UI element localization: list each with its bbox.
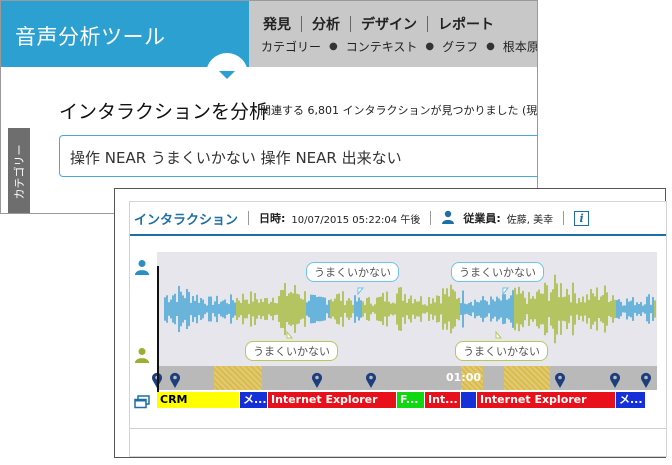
application-segment[interactable]: Int... [425,392,461,408]
timeline-time-label: 01:00 [446,371,482,384]
interaction-title: インタラクション [134,212,239,228]
analysis-window: 音声分析ツール 発見 分析 デザイン レポート カテゴリー ● コンテキスト ●… [0,0,538,214]
application-segment[interactable]: メ... [616,392,646,408]
page-title: インタラクションを分析 [59,101,269,123]
info-divider [248,211,250,225]
tab-analyze[interactable]: 分析 [312,14,340,34]
chevron-down-icon[interactable] [219,71,235,79]
tab-design[interactable]: デザイン [361,14,417,34]
interaction-player-window: インタラクション 日時: 10/07/2015 05:22:04 午後 従業員:… [114,188,667,458]
nav-divider [301,16,302,32]
nav-divider [350,16,351,32]
keyword-bubble[interactable]: うまくいかない [245,340,338,361]
nav-tabs: 発見 分析 デザイン レポート [263,14,494,34]
map-pin-icon[interactable] [640,372,652,392]
nav-subitems: カテゴリー ● コンテキスト ● グラフ ● 根本原因 [261,38,537,55]
keyword-bubble-text: うまくいかない [245,341,338,361]
main-nav: 発見 分析 デザイン レポート カテゴリー ● コンテキスト ● グラフ ● 根… [249,1,537,67]
interaction-info-bar: インタラクション 日時: 10/07/2015 05:22:04 午後 従業員:… [130,202,666,236]
bullet-icon: ● [486,41,495,52]
subnav-graph[interactable]: グラフ [442,38,478,55]
application-segment[interactable]: CRM [157,392,240,408]
tab-report[interactable]: レポート [438,14,494,34]
result-summary: 関連する 6,801 インタラクションが見つかりました (現在 [260,104,538,117]
panel-divider [130,428,666,429]
map-pin-icon[interactable] [169,372,181,392]
keyword-bubble[interactable]: うまくいかない [455,340,548,361]
windows-icon[interactable] [134,394,150,413]
agent-person-icon [134,259,150,279]
map-pin-icon[interactable] [311,372,323,392]
datetime-label: 日時: [259,212,286,225]
application-segment[interactable] [461,392,477,408]
subnav-context[interactable]: コンテキスト [346,38,418,55]
keyword-highlight [214,366,262,390]
nav-divider [427,16,428,32]
keyword-bubble-text: うまくいかない [455,341,548,361]
application-segment[interactable]: F... [397,392,425,408]
bullet-icon: ● [425,41,435,52]
app-title: 音声分析ツール [15,25,166,49]
tab-discover[interactable]: 発見 [263,14,291,34]
application-segment[interactable]: メ... [240,392,268,408]
info-divider [563,211,565,225]
keyword-bubble[interactable]: うまくいかない [451,261,544,282]
person-icon [441,209,455,228]
keyword-highlight [504,366,550,390]
keyword-bubble-text: うまくいかない [306,262,399,282]
application-segment[interactable]: Internet Explorer [477,392,616,408]
interaction-player-panel: インタラクション 日時: 10/07/2015 05:22:04 午後 従業員:… [129,201,667,457]
bullet-icon: ● [329,41,338,52]
waveform-area[interactable] [157,252,657,366]
category-side-tab[interactable]: カテゴリー [8,128,30,213]
application-track: CRM メ... Internet Explorer F... Int... Intern… [157,392,657,408]
category-side-tab-label: カテゴリー [13,144,26,199]
keyword-bubble[interactable]: うまくいかない [306,261,399,282]
search-query-text: 操作 NEAR うまくいかない 操作 NEAR 出来ない [70,149,402,167]
info-icon[interactable]: i [574,210,590,226]
playhead[interactable] [157,266,159,402]
map-pin-icon[interactable] [554,372,566,392]
search-query-input[interactable]: 操作 NEAR うまくいかない 操作 NEAR 出来ない [59,135,537,177]
employee-label: 従業員: [463,212,501,225]
application-segment[interactable]: Internet Explorer [268,392,397,408]
map-pin-icon[interactable] [609,372,621,392]
audio-waveform [164,274,656,344]
customer-person-icon [134,347,150,367]
info-divider [430,211,432,225]
keyword-bubble-text: うまくいかない [451,262,544,282]
map-pin-icon[interactable] [365,372,377,392]
playback-timeline[interactable]: 01:00 [152,366,657,392]
app-title-bar: 音声分析ツール [1,1,249,67]
subnav-root-cause[interactable]: 根本原因 [503,38,537,55]
subnav-category[interactable]: カテゴリー [261,38,321,55]
employee-value: 佐藤, 美幸 [506,214,554,226]
datetime-value: 10/07/2015 05:22:04 午後 [291,214,421,226]
